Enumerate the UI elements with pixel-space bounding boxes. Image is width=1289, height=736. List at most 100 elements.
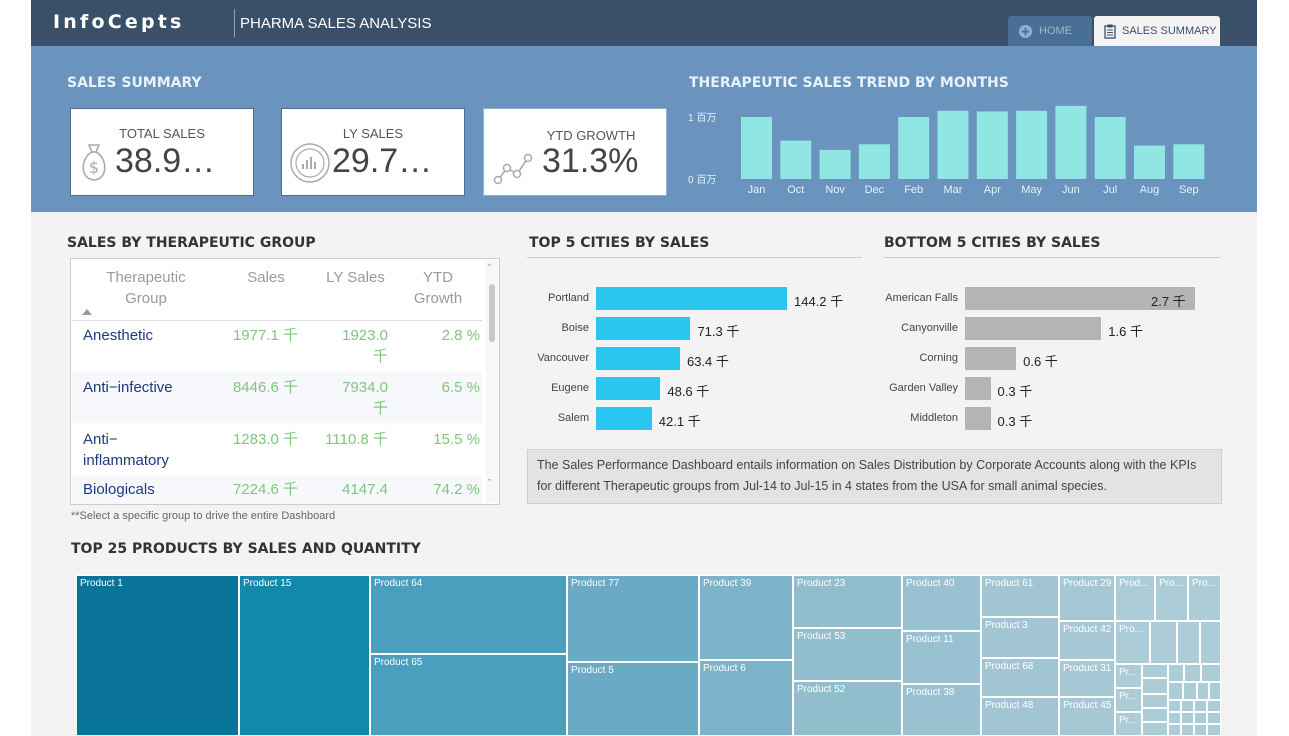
treemap-tile[interactable]: Product 65 (370, 654, 567, 736)
treemap-tile[interactable] (1168, 712, 1181, 724)
city-bar[interactable] (965, 377, 991, 400)
trend-bar[interactable] (1055, 105, 1087, 179)
therapeutic-group-table[interactable]: Therapeutic Group Sales LY Sales YTD Gro… (70, 258, 500, 505)
treemap-tile[interactable] (1168, 724, 1181, 736)
trend-bar[interactable] (976, 111, 1008, 179)
treemap-tile[interactable]: Product 23 (793, 575, 902, 628)
treemap-tile[interactable]: Pro... (1188, 575, 1221, 621)
treemap-tile[interactable] (1181, 724, 1194, 736)
treemap-tile[interactable]: Pro... (1155, 575, 1188, 621)
header-ly-sales[interactable]: LY Sales (318, 267, 393, 288)
treemap-tile[interactable] (1168, 682, 1183, 700)
treemap-tile[interactable]: Prod... (1115, 575, 1155, 621)
treemap-tile[interactable] (1183, 682, 1197, 700)
treemap-tile[interactable]: Product 15 (239, 575, 370, 736)
treemap-tile[interactable]: Product 38 (902, 684, 981, 736)
scroll-down-icon[interactable]: ˇ (488, 478, 491, 488)
treemap-tile[interactable]: Product 48 (981, 697, 1059, 736)
treemap-tile-label: Product 15 (243, 578, 292, 589)
header-sales[interactable]: Sales (241, 267, 291, 288)
treemap-tile[interactable]: Product 40 (902, 575, 981, 631)
treemap-tile[interactable] (1201, 664, 1221, 682)
treemap-tile[interactable] (1207, 724, 1221, 736)
scroll-up-icon[interactable]: ˆ (488, 263, 491, 273)
treemap-tile[interactable]: Product 77 (567, 575, 699, 662)
city-bar[interactable] (596, 287, 787, 310)
treemap-tile[interactable]: Product 64 (370, 575, 567, 654)
trend-bar[interactable] (1094, 117, 1126, 179)
sort-asc-icon[interactable] (82, 309, 92, 315)
trend-bar[interactable] (898, 117, 930, 179)
treemap-tile[interactable]: Product 61 (981, 575, 1059, 617)
table-row[interactable]: Anti−infective 8446.6 千 7934.0 千 6.5 % (72, 372, 482, 423)
treemap-tile[interactable] (1194, 724, 1207, 736)
trend-bar[interactable] (1173, 144, 1205, 179)
treemap-tile[interactable] (1168, 664, 1184, 682)
trend-bar[interactable] (1134, 145, 1165, 179)
infocepts-logo[interactable]: InfoCepts (53, 11, 185, 33)
kpi-total-sales[interactable]: TOTAL SALES $ 38.9… (70, 108, 254, 196)
treemap-tile[interactable] (1142, 722, 1168, 736)
trend-bar[interactable] (819, 149, 851, 179)
treemap-tile[interactable]: Product 39 (699, 575, 793, 660)
city-bar[interactable] (596, 317, 691, 340)
treemap-tile[interactable]: Pr... (1115, 688, 1142, 712)
treemap-tile[interactable] (1168, 700, 1181, 712)
treemap-tile[interactable] (1142, 678, 1168, 694)
city-bar[interactable] (965, 317, 1102, 340)
treemap-tile[interactable] (1142, 664, 1168, 678)
treemap-tile[interactable] (1177, 621, 1200, 664)
tab-home[interactable]: HOME (1008, 16, 1092, 46)
trend-bar[interactable] (858, 144, 890, 179)
treemap-tile[interactable]: Product 11 (902, 631, 981, 684)
city-bar[interactable] (596, 347, 680, 370)
treemap-tile[interactable] (1207, 712, 1221, 724)
treemap-tile[interactable] (1194, 712, 1207, 724)
treemap-tile[interactable]: Product 6 (699, 660, 793, 736)
treemap-tile[interactable] (1197, 682, 1209, 700)
treemap-tile[interactable]: Product 53 (793, 628, 902, 681)
treemap-tile[interactable] (1142, 708, 1168, 722)
city-bar[interactable] (965, 407, 991, 430)
treemap-tile[interactable]: Product 29 (1059, 575, 1115, 621)
products-treemap[interactable]: Product 1 Product 15 Product 64 Product 65 P… (76, 575, 1221, 736)
treemap-tile[interactable]: Product 5 (567, 662, 699, 736)
bar-value-label: 0.3 千 (997, 384, 1033, 399)
treemap-tile[interactable]: Product 42 (1059, 621, 1115, 660)
treemap-tile[interactable] (1200, 621, 1221, 664)
treemap-tile[interactable] (1150, 621, 1177, 664)
table-row[interactable]: Anesthetic 1977.1 千 1923.0 千 2.8 % (72, 325, 482, 371)
city-bar[interactable] (965, 347, 1017, 370)
treemap-tile[interactable] (1194, 700, 1207, 712)
table-row[interactable]: Biologicals 7224.6 千 4147.4 74.2 % (72, 475, 482, 504)
treemap-tile[interactable] (1142, 694, 1168, 708)
treemap-tile[interactable]: Product 52 (793, 681, 902, 736)
treemap-tile[interactable]: Product 1 (76, 575, 239, 736)
treemap-tile[interactable]: Pro... (1115, 621, 1150, 664)
tab-sales-summary[interactable]: SALES SUMMARY (1094, 16, 1220, 46)
treemap-tile[interactable] (1184, 664, 1201, 682)
trend-bar[interactable] (741, 117, 772, 179)
table-row[interactable]: Anti− inflammatory 1283.0 千 1110.8 千 15.… (72, 424, 482, 474)
treemap-tile[interactable]: Product 31 (1059, 660, 1115, 697)
city-bar[interactable] (596, 407, 652, 430)
trend-bar-chart[interactable]: 1 百万 0 百万 Jan Oct Nov Dec Feb Mar Apr May Jun Jul Au… (681, 101, 1241, 201)
header-therapeutic-group[interactable]: Therapeutic Group (91, 267, 201, 309)
treemap-tile[interactable] (1207, 700, 1221, 712)
city-bar[interactable] (596, 377, 661, 400)
kpi-ly-sales[interactable]: LY SALES 29.7… (281, 108, 465, 196)
trend-bar[interactable] (937, 110, 969, 179)
group-name: Anti− (83, 431, 118, 448)
trend-bar[interactable] (1016, 110, 1048, 179)
treemap-tile[interactable]: Product 45 (1059, 697, 1115, 736)
kpi-ytd-growth[interactable]: YTD GROWTH 31.3% (483, 108, 667, 196)
ly-sales-unit: 千 (372, 348, 388, 365)
treemap-tile[interactable] (1181, 712, 1194, 724)
treemap-tile[interactable]: Pr... (1115, 664, 1142, 688)
trend-bar[interactable] (780, 140, 812, 179)
treemap-tile[interactable]: Product 3 (981, 617, 1059, 658)
treemap-tile[interactable]: Pr... (1115, 712, 1142, 736)
treemap-tile[interactable] (1181, 700, 1194, 712)
treemap-tile[interactable]: Product 68 (981, 658, 1059, 697)
treemap-tile[interactable] (1209, 682, 1221, 700)
